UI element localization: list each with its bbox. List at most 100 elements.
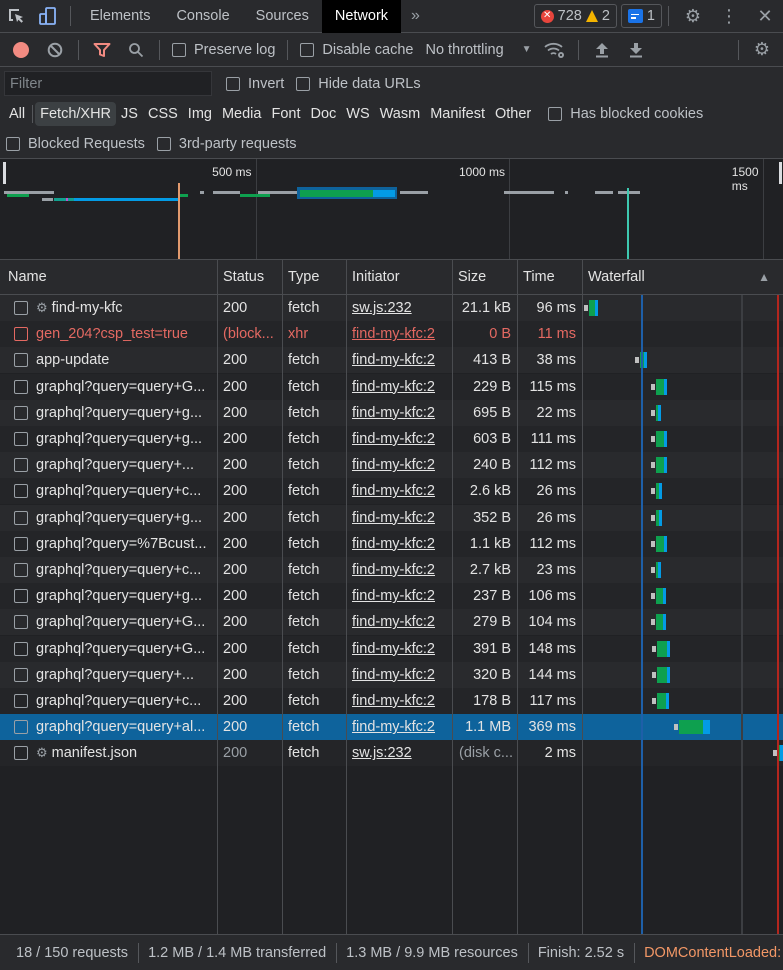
row-checkbox[interactable]	[14, 405, 28, 420]
column-resize-handle[interactable]	[282, 260, 283, 934]
overview-left-handle[interactable]	[3, 162, 6, 184]
issues-counter-button[interactable]: ✕ 728 2	[533, 4, 617, 28]
blocked-requests-checkbox[interactable]: Blocked Requests	[6, 136, 151, 152]
more-tabs-button[interactable]: »	[401, 7, 430, 25]
has-blocked-cookies-checkbox[interactable]: Has blocked cookies	[542, 106, 709, 122]
search-button[interactable]	[119, 33, 153, 67]
row-checkbox[interactable]	[14, 563, 28, 577]
request-initiator-link[interactable]: find-my-kfc:2	[352, 374, 450, 400]
timeline-overview[interactable]: 500 ms1000 ms1500 ms2000 ms2500 ms3000 m…	[0, 159, 783, 260]
column-header-initiator[interactable]: Initiator	[346, 260, 453, 294]
row-checkbox[interactable]	[14, 720, 28, 735]
type-filter-fetch-xhr[interactable]: Fetch/XHR	[35, 102, 117, 126]
column-header-status[interactable]: Status	[217, 260, 282, 294]
checkbox[interactable]	[6, 137, 20, 151]
row-checkbox[interactable]	[14, 327, 28, 342]
record-button[interactable]	[4, 33, 38, 67]
type-filter-wasm[interactable]: Wasm	[375, 102, 426, 126]
request-row[interactable]: graphql?query=query+G... 200 fetch find-my-…	[0, 373, 783, 400]
tab-sources[interactable]: Sources	[243, 0, 322, 33]
request-initiator-link[interactable]: find-my-kfc:2	[352, 452, 450, 478]
request-initiator-link[interactable]: find-my-kfc:2	[352, 636, 450, 662]
disable-cache-checkbox[interactable]: Disable cache	[294, 42, 419, 58]
tab-console[interactable]: Console	[163, 0, 242, 33]
type-filter-media[interactable]: Media	[217, 102, 267, 126]
settings-gear-icon[interactable]: ⚙	[675, 0, 711, 33]
checkbox[interactable]	[172, 42, 186, 57]
hide-data-urls-checkbox[interactable]: Hide data URLs	[290, 76, 426, 92]
request-initiator-link[interactable]: find-my-kfc:2	[352, 557, 450, 583]
tab-elements[interactable]: Elements	[77, 0, 163, 33]
row-checkbox[interactable]	[14, 432, 28, 446]
row-checkbox[interactable]	[14, 379, 28, 394]
row-checkbox[interactable]	[14, 615, 28, 630]
request-initiator-link[interactable]: find-my-kfc:2	[352, 347, 450, 373]
request-row[interactable]: graphql?query=query+c... 200 fetch find-my-…	[0, 688, 783, 714]
column-resize-handle[interactable]	[217, 260, 218, 934]
checkbox[interactable]	[226, 76, 240, 91]
import-har-button[interactable]	[585, 33, 619, 67]
column-resize-handle[interactable]	[452, 260, 453, 934]
throttling-select[interactable]: No throttling ▼	[419, 42, 537, 58]
column-resize-handle[interactable]	[582, 260, 583, 934]
request-initiator-link[interactable]: find-my-kfc:2	[352, 505, 450, 531]
request-row[interactable]: graphql?query=query+c... 200 fetch find-my-…	[0, 557, 783, 583]
row-checkbox[interactable]	[14, 458, 28, 473]
column-resize-handle[interactable]	[517, 260, 518, 934]
more-options-icon[interactable]: ⋮	[711, 0, 747, 33]
request-row[interactable]: graphql?query=%7Bcust... 200 fetch find-my-…	[0, 530, 783, 557]
request-row[interactable]: ⚙ manifest.json 200 fetch sw.js:232 (disk c..…	[0, 740, 783, 767]
request-row[interactable]: ⚙ find-my-kfc 200 fetch sw.js:232 21.1 kB 96 m…	[0, 295, 783, 321]
request-initiator-link[interactable]: find-my-kfc:2	[352, 583, 450, 609]
request-row[interactable]: graphql?query=query+g... 200 fetch find-my-…	[0, 583, 783, 610]
request-initiator-link[interactable]: find-my-kfc:2	[352, 426, 450, 452]
invert-checkbox[interactable]: Invert	[220, 76, 290, 92]
type-filter-ws[interactable]: WS	[341, 102, 374, 126]
request-row[interactable]: graphql?query=query+g... 200 fetch find-my-…	[0, 504, 783, 531]
request-row[interactable]: graphql?query=query+... 200 fetch find-my-k…	[0, 661, 783, 688]
checkbox[interactable]	[296, 76, 311, 91]
overview-right-handle[interactable]	[779, 162, 782, 184]
request-initiator-link[interactable]: find-my-kfc:2	[352, 321, 450, 347]
request-row[interactable]: graphql?query=query+g... 200 fetch find-my-…	[0, 399, 783, 426]
request-initiator-link[interactable]: sw.js:232	[352, 740, 450, 766]
request-row[interactable]: graphql?query=query+al... 200 fetch find-my…	[0, 714, 783, 741]
row-checkbox[interactable]	[14, 667, 28, 682]
request-row[interactable]: app-update 200 fetch find-my-kfc:2 413 B 38 m…	[0, 347, 783, 374]
row-checkbox[interactable]	[14, 641, 28, 656]
row-checkbox[interactable]	[14, 694, 28, 708]
filter-toggle-button[interactable]	[85, 33, 119, 67]
type-filter-js[interactable]: JS	[116, 102, 143, 126]
row-checkbox[interactable]	[14, 746, 28, 761]
request-initiator-link[interactable]: find-my-kfc:2	[352, 400, 450, 426]
type-filter-all[interactable]: All	[4, 102, 30, 126]
type-filter-doc[interactable]: Doc	[305, 102, 341, 126]
request-initiator-link[interactable]: find-my-kfc:2	[352, 688, 450, 714]
type-filter-img[interactable]: Img	[183, 102, 217, 126]
row-checkbox[interactable]	[14, 510, 28, 525]
row-checkbox[interactable]	[14, 536, 28, 551]
row-checkbox[interactable]	[14, 484, 28, 499]
tab-network[interactable]: Network	[321, 0, 402, 33]
network-settings-gear-icon[interactable]: ⚙	[745, 33, 779, 67]
type-filter-manifest[interactable]: Manifest	[425, 102, 490, 126]
column-header-name[interactable]: Name	[2, 260, 218, 294]
filter-input[interactable]	[4, 71, 212, 96]
messages-counter-button[interactable]: 1	[620, 4, 662, 28]
preserve-log-checkbox[interactable]: Preserve log	[166, 42, 281, 58]
column-header-size[interactable]: Size	[452, 260, 516, 294]
request-row[interactable]: graphql?query=query+G... 200 fetch find-my-…	[0, 635, 783, 662]
export-har-button[interactable]	[619, 33, 653, 67]
request-initiator-link[interactable]: find-my-kfc:2	[352, 662, 450, 688]
checkbox[interactable]	[548, 107, 563, 121]
request-row[interactable]: graphql?query=query+g... 200 fetch find-my-…	[0, 426, 783, 452]
device-toolbar-icon[interactable]	[32, 0, 64, 33]
row-checkbox[interactable]	[14, 301, 28, 315]
column-resize-handle[interactable]	[346, 260, 347, 934]
checkbox[interactable]	[156, 137, 171, 151]
close-icon[interactable]: ✕	[747, 0, 783, 33]
inspect-element-icon[interactable]	[0, 0, 32, 33]
request-initiator-link[interactable]: sw.js:232	[352, 295, 450, 321]
request-initiator-link[interactable]: find-my-kfc:2	[352, 714, 450, 740]
request-initiator-link[interactable]: find-my-kfc:2	[352, 609, 450, 635]
